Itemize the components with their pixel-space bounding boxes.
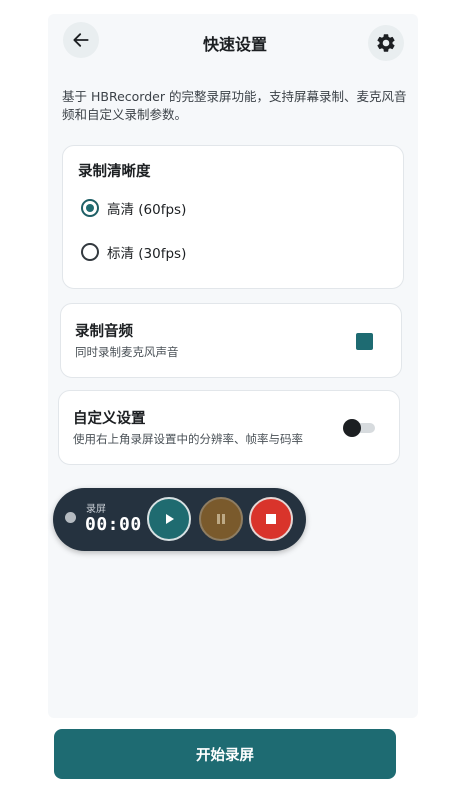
play-button[interactable] bbox=[147, 497, 191, 541]
quality-option-sd[interactable]: 标清 (30fps) bbox=[81, 242, 186, 262]
pause-button[interactable] bbox=[199, 497, 243, 541]
page-title: 快速设置 bbox=[202, 35, 267, 54]
custom-settings-card[interactable]: 自定义设置 使用右上角录屏设置中的分辨率、帧率与码率 bbox=[58, 390, 400, 465]
audio-card[interactable]: 录制音频 同时录制麦克风声音 bbox=[60, 303, 402, 378]
quality-option-hd[interactable]: 高清 (60fps) bbox=[81, 198, 186, 218]
recording-timer: 00:00 bbox=[85, 514, 142, 535]
radio-checked-icon[interactable] bbox=[81, 199, 99, 217]
quality-option-label: 高清 (60fps) bbox=[107, 202, 187, 218]
gear-icon bbox=[377, 34, 395, 52]
arrow-left-icon bbox=[73, 33, 89, 47]
quality-card: 录制清晰度 高清 (60fps) 标清 (30fps) bbox=[62, 145, 404, 289]
back-button[interactable] bbox=[63, 22, 99, 58]
radio-unchecked-icon[interactable] bbox=[81, 243, 99, 261]
recording-status-dot bbox=[65, 512, 76, 523]
audio-checkbox[interactable] bbox=[356, 333, 373, 350]
custom-title: 自定义设置 bbox=[73, 411, 146, 427]
start-recording-button[interactable]: 开始录屏 bbox=[54, 729, 396, 779]
custom-settings-toggle[interactable] bbox=[343, 419, 375, 437]
play-icon bbox=[166, 514, 174, 524]
stop-button[interactable] bbox=[249, 497, 293, 541]
stop-icon bbox=[266, 514, 276, 524]
pause-icon bbox=[217, 514, 225, 524]
floating-recorder[interactable]: 录屏 00:00 bbox=[53, 488, 306, 551]
recorder-label: 录屏 bbox=[86, 504, 106, 515]
audio-subtitle: 同时录制麦克风声音 bbox=[75, 345, 179, 359]
audio-title: 录制音频 bbox=[75, 324, 133, 340]
settings-button[interactable] bbox=[368, 25, 404, 61]
quality-title: 录制清晰度 bbox=[78, 164, 151, 180]
feature-description: 基于 HBRecorder 的完整录屏功能，支持屏幕录制、麦克风音频和自定义录制… bbox=[62, 89, 407, 122]
custom-subtitle: 使用右上角录屏设置中的分辨率、帧率与码率 bbox=[73, 432, 303, 446]
quality-option-label: 标清 (30fps) bbox=[107, 246, 187, 262]
